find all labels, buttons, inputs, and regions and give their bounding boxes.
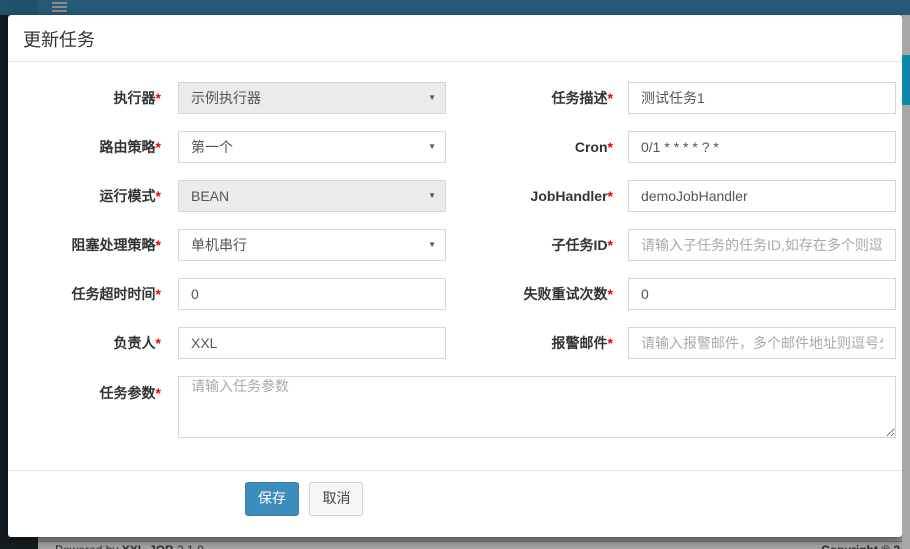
form-row: 阻塞处理策略* 单机串行 ▼ 子任务ID* — [13, 229, 896, 261]
chevron-down-icon: ▼ — [428, 143, 436, 151]
alarm-email-input[interactable] — [628, 327, 896, 359]
update-job-modal: 更新任务 执行器* 示例执行器 ▼ 任务描述* 路由策略* 第一个 ▼ Cron… — [8, 15, 902, 537]
required-marker: * — [156, 139, 161, 155]
required-marker: * — [608, 335, 613, 351]
route-strategy-label: 路由策略* — [13, 137, 178, 157]
block-strategy-select[interactable]: 单机串行 ▼ — [178, 229, 446, 261]
jobhandler-input[interactable] — [628, 180, 896, 212]
modal-title: 更新任务 — [23, 28, 887, 52]
form-row: 执行器* 示例执行器 ▼ 任务描述* — [13, 82, 896, 114]
author-input[interactable] — [178, 327, 446, 359]
required-marker: * — [156, 237, 161, 253]
required-marker: * — [608, 139, 613, 155]
form-row: 负责人* 报警邮件* — [13, 327, 896, 359]
child-job-id-label: 子任务ID* — [446, 235, 628, 255]
child-job-id-input[interactable] — [628, 229, 896, 261]
required-marker: * — [608, 90, 613, 106]
timeout-label: 任务超时时间* — [13, 284, 178, 304]
form-row: 任务参数* — [13, 376, 896, 438]
cron-input[interactable] — [628, 131, 896, 163]
jobhandler-label: JobHandler* — [446, 188, 628, 204]
alarm-email-label: 报警邮件* — [446, 333, 628, 353]
job-param-label: 任务参数* — [13, 376, 178, 403]
required-marker: * — [608, 188, 613, 204]
modal-header: 更新任务 — [8, 15, 902, 62]
run-mode-label: 运行模式* — [13, 186, 178, 206]
required-marker: * — [156, 335, 161, 351]
form-row: 任务超时时间* 失败重试次数* — [13, 278, 896, 310]
block-strategy-label: 阻塞处理策略* — [13, 235, 178, 255]
executor-select: 示例执行器 ▼ — [178, 82, 446, 114]
required-marker: * — [156, 385, 161, 401]
job-desc-label: 任务描述* — [446, 88, 628, 108]
required-marker: * — [608, 237, 613, 253]
run-mode-select: BEAN ▼ — [178, 180, 446, 212]
modal-footer: 保存 取消 — [8, 470, 902, 537]
executor-label: 执行器* — [13, 88, 178, 108]
required-marker: * — [156, 90, 161, 106]
required-marker: * — [156, 188, 161, 204]
required-marker: * — [156, 286, 161, 302]
cancel-button[interactable]: 取消 — [309, 482, 363, 516]
chevron-down-icon: ▼ — [428, 241, 436, 249]
fail-retry-input[interactable] — [628, 278, 896, 310]
chevron-down-icon: ▼ — [428, 192, 436, 200]
form-row: 路由策略* 第一个 ▼ Cron* — [13, 131, 896, 163]
author-label: 负责人* — [13, 333, 178, 353]
scrollbar-thumb[interactable] — [902, 55, 910, 105]
required-marker: * — [608, 286, 613, 302]
job-desc-input[interactable] — [628, 82, 896, 114]
scrollbar-track[interactable] — [902, 15, 910, 549]
fail-retry-label: 失败重试次数* — [446, 284, 628, 304]
app-window: Powered by XXL-JOB 2.1.0 Copyright © 2 更… — [0, 0, 910, 549]
timeout-input[interactable] — [178, 278, 446, 310]
form-row: 运行模式* BEAN ▼ JobHandler* — [13, 180, 896, 212]
job-param-textarea[interactable] — [178, 376, 896, 438]
chevron-down-icon: ▼ — [428, 94, 436, 102]
save-button[interactable]: 保存 — [245, 482, 299, 516]
update-job-form: 执行器* 示例执行器 ▼ 任务描述* 路由策略* 第一个 ▼ Cron* 运行模… — [8, 62, 902, 470]
cron-label: Cron* — [446, 139, 628, 155]
route-strategy-select[interactable]: 第一个 ▼ — [178, 131, 446, 163]
